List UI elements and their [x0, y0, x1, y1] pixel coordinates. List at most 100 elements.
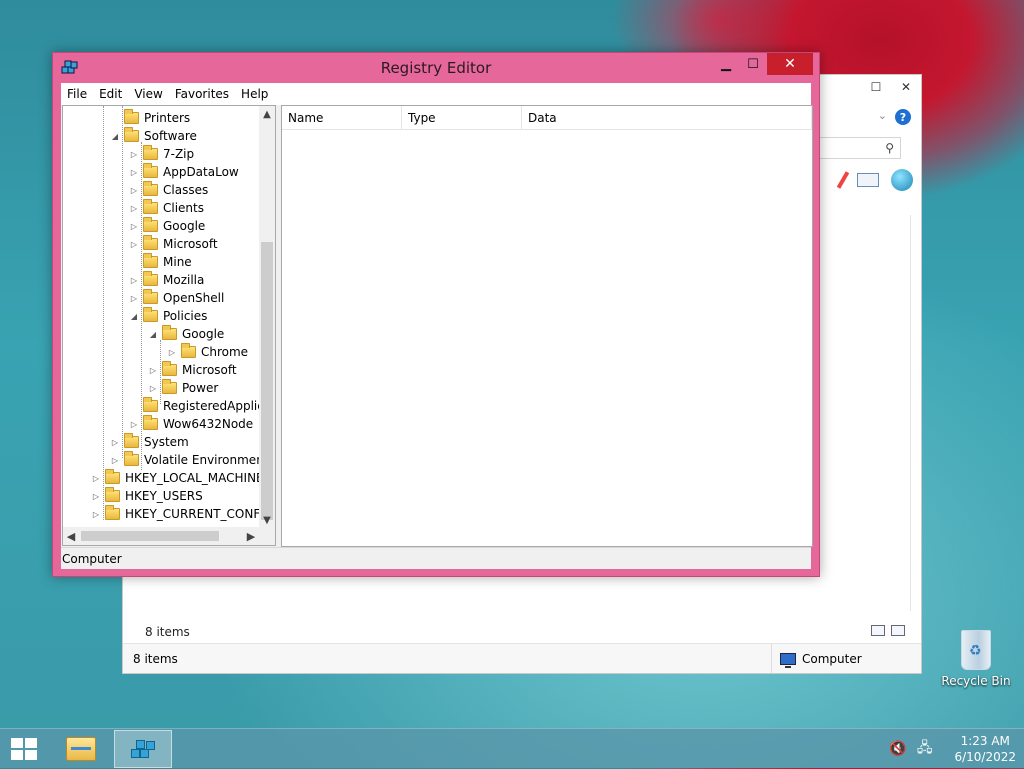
scroll-left-icon[interactable]: ◀	[63, 527, 79, 545]
tree-node-label: Mine	[163, 255, 192, 269]
collapsed-arrow-icon[interactable]: ▷	[129, 186, 139, 195]
expanded-arrow-icon[interactable]: ◢	[148, 330, 158, 339]
menu-favorites[interactable]: Favorites	[169, 83, 235, 105]
tree-node[interactable]: Mine	[129, 253, 192, 271]
chevron-down-icon[interactable]: ⌄	[878, 109, 887, 122]
tree-node[interactable]: ▷ Microsoft	[148, 361, 237, 379]
collapsed-arrow-icon[interactable]: ▷	[148, 366, 158, 375]
tree-node[interactable]: ◢ Software	[110, 127, 197, 145]
collapsed-arrow-icon[interactable]: ▷	[129, 222, 139, 231]
tree-node[interactable]: ▷ Google	[129, 217, 205, 235]
explorer-toolbar	[836, 169, 913, 191]
column-header-type[interactable]: Type	[402, 106, 522, 130]
folder-icon	[143, 271, 158, 286]
folder-icon	[105, 487, 120, 502]
large-icons-view-icon[interactable]	[891, 625, 905, 636]
tree-guide-line	[122, 106, 123, 458]
folder-icon	[143, 307, 158, 322]
taskbar: 🔇 🖧 1:23 AM 6/10/2022	[0, 728, 1024, 768]
volume-muted-icon[interactable]: 🔇	[889, 741, 906, 757]
taskbar-registry-editor-button[interactable]	[114, 730, 172, 768]
collapsed-arrow-icon[interactable]: ▷	[167, 348, 177, 357]
expanded-arrow-icon[interactable]: ◢	[129, 312, 139, 321]
tree-node[interactable]: ▷ Classes	[129, 181, 208, 199]
mail-icon[interactable]	[857, 173, 879, 187]
collapsed-arrow-icon[interactable]: ▷	[129, 204, 139, 213]
tree-node[interactable]: ▷ OpenShell	[129, 289, 224, 307]
registry-values-pane[interactable]: Name Type Data	[281, 105, 813, 547]
folder-icon	[143, 199, 158, 214]
menu-view[interactable]: View	[128, 83, 168, 105]
tree-node-label: RegisteredApplica	[163, 399, 261, 413]
minimize-button[interactable]: ▁	[712, 53, 740, 75]
collapsed-arrow-icon[interactable]: ▷	[91, 474, 101, 483]
taskbar-file-explorer-button[interactable]	[52, 730, 110, 768]
collapsed-arrow-icon[interactable]: ▷	[129, 240, 139, 249]
tree-horizontal-scrollbar[interactable]: ◀ ▶	[63, 527, 275, 545]
registry-tree[interactable]: Printers ◢ Software ▷ 7-Zip ▷ AppDataLow ▷ Class…	[63, 106, 261, 528]
menu-help[interactable]: Help	[235, 83, 274, 105]
scroll-down-icon[interactable]: ▼	[259, 512, 275, 528]
column-header-name[interactable]: Name	[282, 106, 402, 130]
collapsed-arrow-icon[interactable]: ▷	[129, 276, 139, 285]
values-header: Name Type Data	[282, 106, 812, 130]
scroll-right-icon[interactable]: ▶	[243, 527, 259, 545]
tree-node-label: Software	[144, 129, 197, 143]
tree-node[interactable]: ▷ Power	[148, 379, 218, 397]
tree-node[interactable]: Printers	[110, 109, 190, 127]
collapsed-arrow-icon[interactable]: ▷	[91, 510, 101, 519]
collapsed-arrow-icon[interactable]: ▷	[91, 492, 101, 501]
collapsed-arrow-icon[interactable]: ▷	[129, 294, 139, 303]
expanded-arrow-icon[interactable]: ◢	[110, 132, 120, 141]
recycle-bin-desktop-icon[interactable]: Recycle Bin	[940, 630, 1012, 688]
folder-icon	[105, 505, 120, 520]
menu-edit[interactable]: Edit	[93, 83, 128, 105]
horizontal-scroll-thumb[interactable]	[81, 531, 219, 541]
tree-node[interactable]: ▷ Volatile Environment	[110, 451, 261, 469]
explorer-close-button[interactable]: ✕	[891, 75, 921, 99]
tree-node[interactable]: ▷ Mozilla	[129, 271, 204, 289]
registry-tree-pane[interactable]: Printers ◢ Software ▷ 7-Zip ▷ AppDataLow ▷ Class…	[62, 105, 276, 546]
tree-guide-line	[103, 106, 104, 520]
tree-node[interactable]: ▷ HKEY_LOCAL_MACHINE	[91, 469, 261, 487]
network-icon[interactable]: 🖧	[917, 737, 933, 761]
collapsed-arrow-icon[interactable]: ▷	[129, 150, 139, 159]
clock[interactable]: 1:23 AM 6/10/2022	[954, 733, 1016, 765]
tree-node[interactable]: ▷ Chrome	[167, 343, 248, 361]
tree-node[interactable]: ▷ 7-Zip	[129, 145, 194, 163]
vertical-scroll-thumb[interactable]	[261, 242, 273, 520]
collapsed-arrow-icon[interactable]: ▷	[148, 384, 158, 393]
scroll-up-icon[interactable]: ▲	[259, 106, 275, 122]
folder-icon	[124, 451, 139, 466]
maximize-button[interactable]: ☐	[739, 53, 767, 75]
column-header-data[interactable]: Data	[522, 106, 812, 130]
title-bar[interactable]: Registry Editor ▁ ☐ ✕	[53, 53, 819, 83]
registry-editor-window[interactable]: Registry Editor ▁ ☐ ✕ File Edit View Fav…	[52, 52, 820, 577]
tree-node[interactable]: RegisteredApplica	[129, 397, 261, 415]
tree-node[interactable]: ◢ Policies	[129, 307, 207, 325]
tree-node[interactable]: ◢ Google	[148, 325, 224, 343]
explorer-status-items: 8 items	[133, 651, 178, 666]
details-view-icon[interactable]	[871, 625, 885, 636]
close-button[interactable]: ✕	[767, 53, 813, 75]
menu-file[interactable]: File	[61, 83, 93, 105]
start-button[interactable]	[0, 729, 48, 769]
help-icon[interactable]: ?	[895, 109, 911, 125]
collapsed-arrow-icon[interactable]: ▷	[129, 168, 139, 177]
tree-node[interactable]: ▷ System	[110, 433, 189, 451]
collapsed-arrow-icon[interactable]: ▷	[110, 438, 120, 447]
tree-node[interactable]: ▷ Clients	[129, 199, 204, 217]
explorer-maximize-button[interactable]: ☐	[861, 75, 891, 99]
tree-node[interactable]: ▷ Wow6432Node	[129, 415, 253, 433]
tree-vertical-scrollbar[interactable]: ▲ ▼	[259, 106, 275, 528]
collapsed-arrow-icon[interactable]: ▷	[110, 456, 120, 465]
tree-node[interactable]: ▷ AppDataLow	[129, 163, 239, 181]
tree-node[interactable]: ▷ HKEY_CURRENT_CONFIG	[91, 505, 261, 523]
pen-icon[interactable]	[836, 171, 850, 189]
collapsed-arrow-icon[interactable]: ▷	[129, 420, 139, 429]
tree-node[interactable]: ▷ Microsoft	[129, 235, 218, 253]
tree-node-label: Classes	[163, 183, 209, 197]
tree-node-label: Power	[182, 381, 219, 395]
tree-node[interactable]: ▷ HKEY_USERS	[91, 487, 203, 505]
globe-icon[interactable]	[891, 169, 913, 191]
